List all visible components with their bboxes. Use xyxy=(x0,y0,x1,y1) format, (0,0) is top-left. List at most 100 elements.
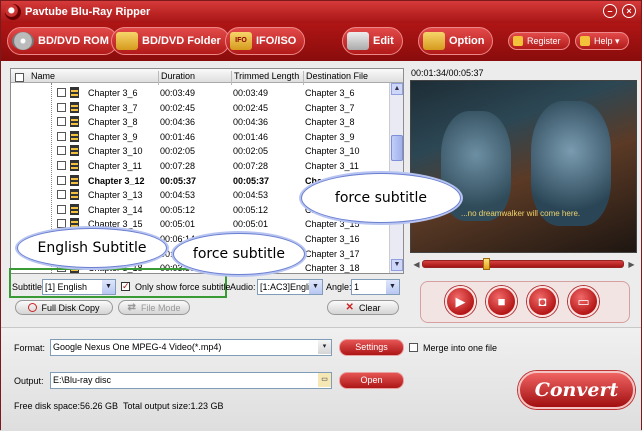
row-checkbox[interactable] xyxy=(57,175,66,185)
col-name[interactable]: Name xyxy=(31,71,55,81)
subtitle-value: [1] English xyxy=(45,282,88,292)
open-button[interactable]: Open xyxy=(339,372,404,389)
angle-value: 1 xyxy=(354,282,360,292)
row-checkbox[interactable] xyxy=(57,88,66,97)
format-select[interactable]: Google Nexus One MPEG-4 Video(*.mp4) ▾ xyxy=(50,339,332,356)
cell-duration: 00:02:05 xyxy=(160,146,196,157)
film-icon xyxy=(70,203,79,215)
progress-slider[interactable] xyxy=(422,258,624,270)
folder-icon[interactable]: ▭ xyxy=(318,373,331,387)
edit-button[interactable]: Edit xyxy=(342,27,403,55)
clear-button[interactable]: ✕ Clear xyxy=(327,300,399,315)
row-checkbox[interactable] xyxy=(57,102,66,112)
table-row[interactable]: Chapter 3_6 00:03:49 00:03:49 Chapter 3_6 xyxy=(11,86,391,100)
file-mode-icon: ⇄ xyxy=(127,302,136,313)
cell-name: Chapter 3_13 xyxy=(88,190,143,201)
option-button[interactable]: Option xyxy=(418,27,494,55)
subtitle-label: Subtitle: xyxy=(12,282,45,292)
register-button[interactable]: Register xyxy=(508,32,570,50)
table-row[interactable]: Chapter 3_11 00:07:28 00:07:28 Chapter 3_11 xyxy=(11,159,391,173)
merge-label: Merge into one file xyxy=(423,343,498,353)
cell-destination: Chapter 3_6 xyxy=(305,88,355,98)
cell-duration: 00:05:12 xyxy=(160,204,196,215)
force-subtitle-checkbox[interactable]: ✓ xyxy=(121,281,130,292)
scroll-thumb[interactable] xyxy=(391,135,403,161)
play-button[interactable]: ▶ xyxy=(445,286,476,317)
open-label: Open xyxy=(360,375,383,385)
table-row[interactable]: Chapter 3_9 00:01:46 00:01:46 Chapter 3_9 xyxy=(11,130,391,144)
cell-duration: 00:03:49 xyxy=(160,88,196,98)
clear-label: Clear xyxy=(358,302,381,313)
open-folder-button[interactable]: ▭ xyxy=(568,286,599,317)
slider-right-icon[interactable]: ▶ xyxy=(627,260,636,269)
convert-button[interactable]: Convert xyxy=(518,371,635,409)
output-path-input[interactable]: E:\Blu-ray disc ▭ xyxy=(50,372,332,389)
snapshot-button[interactable]: ◘ xyxy=(527,286,558,317)
bd-dvd-rom-button[interactable]: BD/DVD ROM xyxy=(7,27,118,55)
settings-button[interactable]: Settings xyxy=(339,339,404,356)
angle-select[interactable]: 1 ▼ xyxy=(351,279,400,295)
col-trimmed-length[interactable]: Trimmed Length xyxy=(234,71,299,81)
col-destination-file[interactable]: Destination File xyxy=(306,71,368,81)
bd-dvd-folder-button[interactable]: BD/DVD Folder xyxy=(111,27,230,55)
help-label: Help ▾ xyxy=(594,35,620,46)
table-row[interactable]: Chapter 3_10 00:02:05 00:02:05 Chapter 3_10 xyxy=(11,144,391,158)
merge-checkbox[interactable] xyxy=(409,342,418,353)
col-duration[interactable]: Duration xyxy=(161,71,195,81)
slider-knob[interactable] xyxy=(483,258,490,270)
force-subtitle-label: Only show force subtitle xyxy=(135,282,231,292)
table-row[interactable]: Chapter 3_8 00:04:36 00:04:36 Chapter 3_8 xyxy=(11,115,391,129)
minimize-button[interactable]: – xyxy=(603,4,617,18)
row-checkbox[interactable] xyxy=(57,190,66,200)
cell-trimmed: 00:05:37 xyxy=(233,175,270,186)
edit-icon xyxy=(347,32,369,50)
chevron-down-icon: ▼ xyxy=(102,280,115,294)
annotation-bubble-force-top: force subtitle xyxy=(301,173,461,223)
audio-select[interactable]: [1:AC3]Engli ▼ xyxy=(257,279,323,295)
row-checkbox[interactable] xyxy=(57,161,66,170)
row-checkbox[interactable] xyxy=(57,204,66,214)
cell-duration: 00:04:53 xyxy=(160,190,196,201)
video-caption: ...no dreamwalker will come here. xyxy=(461,209,581,218)
film-icon xyxy=(70,116,79,128)
row-checkbox[interactable] xyxy=(57,219,66,229)
scroll-up-icon[interactable]: ▲ xyxy=(391,83,403,95)
stop-button[interactable]: ■ xyxy=(486,286,517,317)
toolbar: BD/DVD ROM BD/DVD Folder IFO IFO/ISO Edi… xyxy=(1,23,641,61)
table-row[interactable]: Chapter 3_7 00:02:45 00:02:45 Chapter 3_7 xyxy=(11,101,391,115)
edit-label: Edit xyxy=(373,35,394,47)
cell-name: Chapter 3_11 xyxy=(88,161,142,171)
folder-icon xyxy=(116,32,138,50)
cell-name: Chapter 3_6 xyxy=(88,88,138,98)
format-value: Google Nexus One MPEG-4 Video(*.mp4) xyxy=(53,342,222,352)
audio-value: [1:AC3]Engli xyxy=(260,282,311,292)
bd-dvd-folder-label: BD/DVD Folder xyxy=(142,35,221,47)
total-output-size: Total output size:1.23 GB xyxy=(123,401,224,411)
cell-trimmed: 00:04:36 xyxy=(233,117,269,128)
disc-icon xyxy=(12,32,34,50)
register-label: Register xyxy=(527,36,561,46)
cell-trimmed: 00:05:12 xyxy=(233,204,269,215)
app-logo-icon xyxy=(5,4,21,20)
row-checkbox[interactable] xyxy=(57,146,66,156)
close-button[interactable]: × xyxy=(622,4,636,18)
file-mode-button[interactable]: ⇄ File Mode xyxy=(118,300,190,315)
subtitle-select[interactable]: [1] English ▼ xyxy=(42,279,116,295)
cell-duration: 00:02:45 xyxy=(160,102,196,113)
cell-name: Chapter 3_12 xyxy=(88,175,145,186)
row-checkbox[interactable] xyxy=(57,117,66,127)
window-title: Pavtube Blu-Ray Ripper xyxy=(25,6,151,18)
row-checkbox[interactable] xyxy=(57,131,66,141)
slider-left-icon[interactable]: ◀ xyxy=(412,260,421,269)
cell-trimmed: 00:07:28 xyxy=(233,161,269,171)
film-icon xyxy=(70,160,79,171)
app-window: Pavtube Blu-Ray Ripper – × BD/DVD ROM BD… xyxy=(0,0,642,431)
output-path-value: E:\Blu-ray disc xyxy=(53,375,112,385)
cell-destination: Chapter 3_11 xyxy=(305,161,359,171)
full-disk-copy-button[interactable]: Full Disk Copy xyxy=(15,300,113,315)
ifo-iso-button[interactable]: IFO IFO/ISO xyxy=(225,27,306,55)
cell-name: Chapter 3_14 xyxy=(88,204,143,215)
help-button[interactable]: Help ▾ xyxy=(575,32,629,50)
option-label: Option xyxy=(449,35,485,47)
scroll-down-icon[interactable]: ▼ xyxy=(391,259,403,271)
